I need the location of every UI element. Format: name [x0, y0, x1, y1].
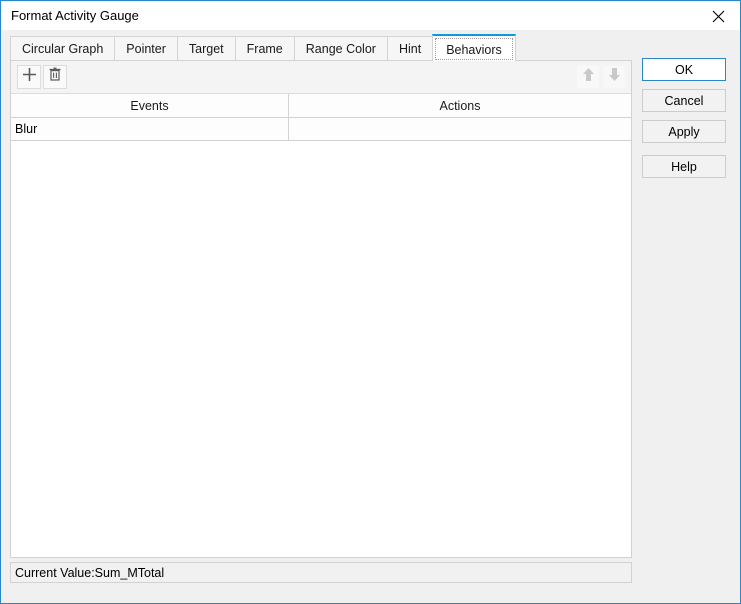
tab-label: Pointer [126, 42, 166, 56]
behaviors-grid: Events Actions Blur [11, 94, 631, 141]
tab-behaviors[interactable]: Behaviors [432, 34, 516, 61]
tab-label: Hint [399, 42, 421, 56]
cancel-button[interactable]: Cancel [642, 89, 726, 112]
behaviors-panel: Events Actions Blur [10, 60, 632, 558]
help-button[interactable]: Help [642, 155, 726, 178]
table-row[interactable]: Blur [11, 118, 631, 141]
tab-label: Frame [247, 42, 283, 56]
arrow-down-icon [608, 67, 621, 87]
plus-icon [22, 67, 37, 87]
trash-icon [48, 67, 62, 87]
column-header-actions[interactable]: Actions [289, 94, 631, 117]
status-bar-text: Current Value:Sum_MTotal [11, 566, 164, 580]
delete-behavior-button[interactable] [43, 65, 67, 89]
status-bar: Current Value:Sum_MTotal [10, 562, 632, 583]
cell-action[interactable] [289, 118, 631, 140]
dialog-button-column: OK Cancel Apply Help [642, 58, 726, 186]
tab-label: Behaviors [446, 43, 502, 57]
tab-strip: Circular Graph Pointer Target Frame Rang… [10, 34, 516, 61]
move-up-button[interactable] [577, 66, 599, 88]
arrow-up-icon [582, 67, 595, 87]
cell-action-text [289, 118, 631, 140]
grid-header-row: Events Actions [11, 94, 631, 118]
cell-event-text: Blur [11, 118, 288, 140]
tab-circular-graph[interactable]: Circular Graph [10, 36, 114, 61]
ok-button[interactable]: OK [642, 58, 726, 81]
window-title: Format Activity Gauge [11, 8, 139, 24]
tab-label: Target [189, 42, 224, 56]
column-header-label: Actions [289, 94, 631, 117]
grid-toolbar [11, 61, 631, 94]
column-header-label: Events [11, 94, 288, 117]
tab-frame[interactable]: Frame [235, 36, 294, 61]
tab-label: Range Color [306, 42, 376, 56]
tab-range-color[interactable]: Range Color [294, 36, 387, 61]
tab-target[interactable]: Target [177, 36, 235, 61]
close-icon[interactable] [695, 2, 741, 30]
cell-event[interactable]: Blur [11, 118, 289, 140]
format-activity-gauge-dialog: Format Activity Gauge Circular Graph Poi… [0, 0, 741, 604]
tab-hint[interactable]: Hint [387, 36, 432, 61]
tab-pointer[interactable]: Pointer [114, 36, 177, 61]
move-down-button[interactable] [603, 66, 625, 88]
title-bar: Format Activity Gauge [2, 2, 741, 30]
column-header-events[interactable]: Events [11, 94, 289, 117]
tab-label: Circular Graph [22, 42, 103, 56]
add-behavior-button[interactable] [17, 65, 41, 89]
apply-button[interactable]: Apply [642, 120, 726, 143]
